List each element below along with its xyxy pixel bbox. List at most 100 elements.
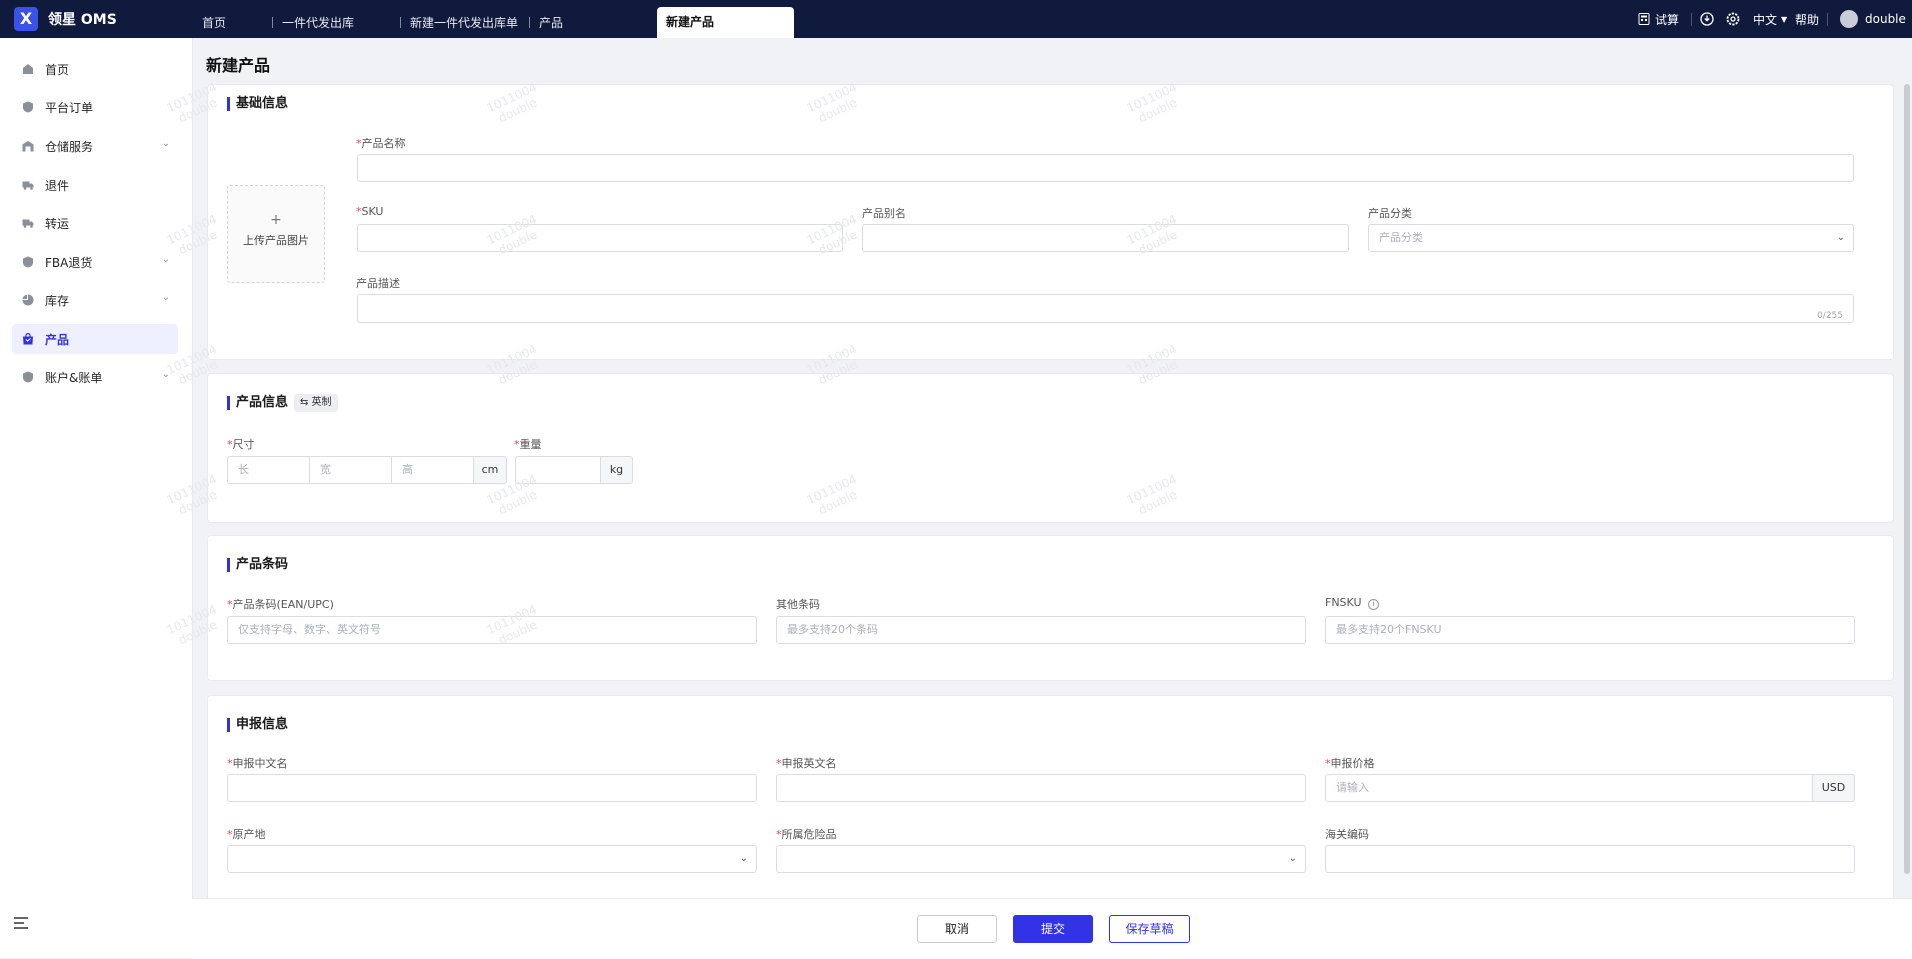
product-name-input[interactable] bbox=[357, 154, 1854, 182]
warehouse-icon bbox=[22, 141, 34, 152]
tab-dropship-outbound[interactable]: 一件代发出库 bbox=[282, 0, 354, 38]
product-alias-label: 产品别名 bbox=[862, 207, 906, 220]
shield-icon bbox=[23, 371, 33, 383]
barcode-card: 产品条码 *产品条码(EAN/UPC) 仅支持字母、数字、英文符号 其他条码 最… bbox=[207, 535, 1894, 681]
declared-price-input[interactable]: 请输入 USD bbox=[1325, 774, 1855, 802]
tab-new-dropship-order[interactable]: 新建一件代发出库单 bbox=[410, 0, 518, 38]
weight-label: *重量 bbox=[514, 438, 542, 451]
upload-label: 上传产品图片 bbox=[243, 234, 309, 247]
sidebar-item-label: 退件 bbox=[45, 178, 70, 193]
hs-code-input[interactable] bbox=[1325, 845, 1855, 873]
other-barcode-label: 其他条码 bbox=[776, 598, 820, 611]
sidebar-item-products[interactable]: 产品 bbox=[12, 324, 178, 354]
chevron-down-icon: ⌄ bbox=[739, 853, 748, 864]
tab-divider bbox=[272, 17, 273, 28]
sidebar-item-label: 仓储服务 bbox=[45, 139, 94, 154]
sidebar-item-label: 转运 bbox=[45, 216, 70, 231]
shield-icon bbox=[23, 256, 33, 268]
header-divider bbox=[1691, 0, 1692, 38]
download-button[interactable] bbox=[1700, 0, 1714, 38]
dangerous-goods-label: *所属危险品 bbox=[776, 828, 837, 841]
app-logo[interactable]: X 领星 OMS bbox=[14, 7, 117, 31]
declaration-card: 申报信息 *申报中文名 *申报英文名 *申报价格 请输入 USD *原产地 ⌄ … bbox=[207, 695, 1894, 901]
chevron-down-icon: ⌄ bbox=[1836, 232, 1845, 243]
product-info-card: 产品信息 ⇆ 英制 *尺寸 长 宽 高 cm *重量 kg bbox=[207, 373, 1894, 523]
product-description-textarea[interactable]: 0/255 bbox=[357, 294, 1854, 323]
declared-price-label: *申报价格 bbox=[1325, 757, 1375, 770]
language-select[interactable]: 中文 ▼ bbox=[1753, 0, 1787, 38]
sidebar-item-label: 产品 bbox=[45, 332, 70, 347]
chevron-down-icon: ⌄ bbox=[161, 138, 170, 149]
submit-button[interactable]: 提交 bbox=[1013, 915, 1093, 943]
tab-new-product[interactable]: 新建产品 bbox=[657, 7, 794, 38]
sidebar: 首页 平台订单 仓储服务 ⌄ 退件 转运 FBA退货 ⌄ 库存 ⌄ 产品 账户&… bbox=[0, 38, 193, 958]
tab-divider bbox=[400, 17, 401, 28]
save-draft-button[interactable]: 保存草稿 bbox=[1109, 915, 1190, 943]
declared-cn-name-label: *申报中文名 bbox=[227, 757, 288, 770]
avatar bbox=[1840, 10, 1858, 28]
form-footer: 取消 提交 保存草稿 bbox=[192, 898, 1912, 959]
size-label: *尺寸 bbox=[227, 438, 255, 451]
trial-button[interactable]: 试算 bbox=[1638, 0, 1679, 38]
sidebar-item-home[interactable]: 首页 bbox=[12, 54, 178, 84]
help-label: 帮助 bbox=[1795, 12, 1820, 27]
tab-product[interactable]: 产品 bbox=[539, 0, 563, 38]
product-name-label: *产品名称 bbox=[356, 137, 406, 150]
sidebar-item-label: 库存 bbox=[45, 293, 70, 308]
sidebar-item-label: 首页 bbox=[45, 62, 70, 77]
declared-en-name-input[interactable] bbox=[776, 774, 1306, 802]
language-label: 中文 bbox=[1753, 12, 1778, 27]
plus-icon: + bbox=[270, 212, 282, 228]
truck-icon bbox=[22, 219, 34, 228]
collapse-menu-icon[interactable] bbox=[14, 917, 28, 932]
top-bar: X 领星 OMS 首页 一件代发出库 新建一件代发出库单 产品 新建产品 试算 … bbox=[0, 0, 1912, 38]
settings-button[interactable] bbox=[1726, 0, 1740, 38]
upload-image-button[interactable]: + 上传产品图片 bbox=[227, 185, 325, 283]
declared-price-placeholder: 请输入 bbox=[1336, 781, 1369, 794]
sidebar-item-platform-orders[interactable]: 平台订单 bbox=[12, 92, 178, 122]
sku-label: *SKU bbox=[356, 205, 384, 218]
width-input[interactable]: 宽 bbox=[309, 456, 392, 484]
origin-select[interactable]: ⌄ bbox=[227, 845, 757, 873]
unit-toggle-button[interactable]: ⇆ 英制 bbox=[294, 394, 338, 412]
section-title-barcode: 产品条码 bbox=[227, 558, 288, 572]
trial-label: 试算 bbox=[1655, 12, 1680, 27]
product-category-label: 产品分类 bbox=[1368, 207, 1412, 220]
sidebar-item-warehouse-service[interactable]: 仓储服务 ⌄ bbox=[12, 131, 178, 161]
home-icon bbox=[23, 64, 33, 74]
tab-home[interactable]: 首页 bbox=[202, 0, 226, 38]
length-input[interactable]: 长 bbox=[227, 456, 310, 484]
sidebar-item-label: FBA退货 bbox=[45, 255, 93, 270]
sku-input[interactable] bbox=[357, 224, 843, 252]
sidebar-item-inventory[interactable]: 库存 ⌄ bbox=[12, 285, 178, 315]
char-counter: 0/255 bbox=[1817, 311, 1843, 321]
product-category-placeholder: 产品分类 bbox=[1379, 231, 1423, 244]
header-divider bbox=[1827, 0, 1828, 38]
sidebar-item-fba-returns[interactable]: FBA退货 ⌄ bbox=[12, 247, 178, 277]
height-input[interactable]: 高 bbox=[391, 456, 474, 484]
chevron-down-icon: ⌄ bbox=[161, 292, 170, 303]
sidebar-item-account-billing[interactable]: 账户&账单 ⌄ bbox=[12, 362, 178, 392]
size-unit-suffix: cm bbox=[473, 456, 507, 484]
dangerous-goods-select[interactable]: ⌄ bbox=[776, 845, 1306, 873]
cancel-button[interactable]: 取消 bbox=[917, 915, 997, 943]
other-barcode-input[interactable]: 最多支持20个条码 bbox=[776, 616, 1306, 644]
product-category-select[interactable]: 产品分类 ⌄ bbox=[1368, 224, 1854, 252]
declared-cn-name-input[interactable] bbox=[227, 774, 757, 802]
sidebar-item-returns[interactable]: 退件 bbox=[12, 170, 178, 200]
section-title-product-info: 产品信息 bbox=[227, 396, 288, 410]
chevron-down-icon: ⌄ bbox=[1288, 853, 1297, 864]
user-menu[interactable]: double bbox=[1840, 0, 1906, 38]
help-link[interactable]: 帮助 bbox=[1795, 0, 1819, 38]
sidebar-item-label: 平台订单 bbox=[45, 100, 94, 115]
fnsku-label: FNSKU i bbox=[1325, 596, 1380, 610]
section-title-basic-info: 基础信息 bbox=[227, 97, 288, 111]
page-scrollbar[interactable] bbox=[1904, 84, 1910, 874]
sidebar-item-label: 账户&账单 bbox=[45, 370, 103, 385]
fnsku-input[interactable]: 最多支持20个FNSKU bbox=[1325, 616, 1855, 644]
basic-info-card: 基础信息 + 上传产品图片 *产品名称 *SKU 产品别名 产品分类 产品分类 … bbox=[207, 84, 1894, 360]
sidebar-item-transfer[interactable]: 转运 bbox=[12, 208, 178, 238]
product-alias-input[interactable] bbox=[862, 224, 1349, 252]
info-icon[interactable]: i bbox=[1368, 599, 1380, 610]
shield-icon bbox=[23, 101, 33, 113]
